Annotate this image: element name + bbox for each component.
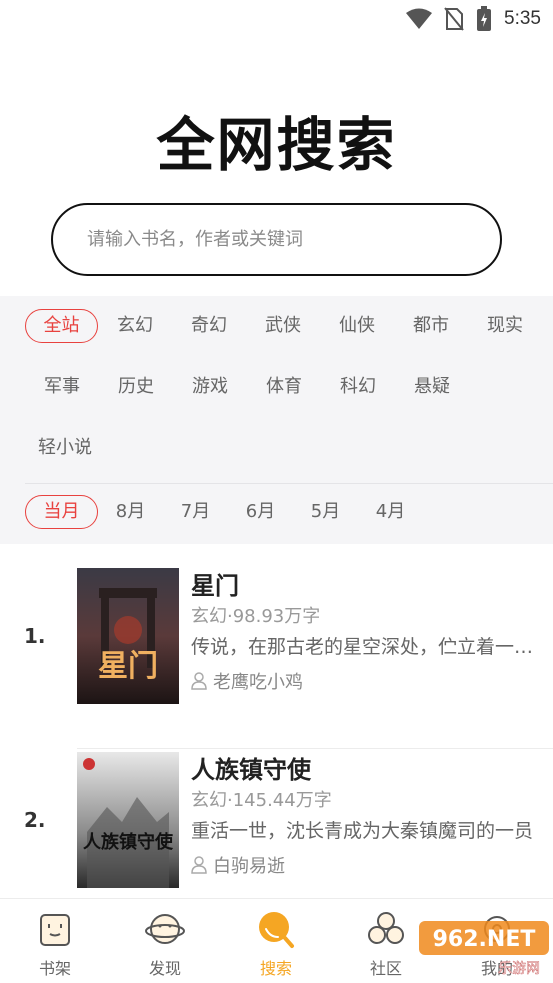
book-author: 老鹰吃小鸡 — [191, 668, 536, 694]
search-box[interactable] — [51, 203, 502, 276]
category-chip[interactable]: 仙侠 — [320, 309, 394, 343]
book-author-name: 老鹰吃小鸡 — [213, 672, 303, 693]
book-cover[interactable]: 星门 — [77, 568, 179, 704]
battery-charging-icon — [477, 6, 492, 31]
category-filter: 全站 玄幻 奇幻 武侠 仙侠 都市 现实 军事 历史 游戏 体育 科幻 悬疑 轻… — [25, 309, 545, 465]
category-chip[interactable]: 玄幻 — [98, 309, 172, 343]
book-cover[interactable]: 人族镇守使 — [77, 752, 179, 888]
category-chip[interactable]: 现实 — [468, 309, 542, 343]
cover-title: 星门 — [98, 649, 158, 684]
book-info: 星门 玄幻·98.93万字 传说，在那古老的星空深处，伫立着一道血与火侵染的红色… — [191, 566, 536, 694]
month-filter: 当月 8月 7月 6月 5月 4月 — [25, 495, 423, 529]
book-item[interactable]: 1. 星门 星门 玄幻·98.93万字 传说，在那古老的星空深处，伫立着一道 老… — [0, 566, 553, 749]
tab-label: 搜索 — [259, 959, 292, 978]
user-icon — [191, 856, 207, 874]
status-bar: 5:35 — [0, 0, 553, 40]
tab-label: 发现 — [148, 959, 181, 978]
category-chip[interactable]: 武侠 — [246, 309, 320, 343]
tab-label: 书架 — [38, 959, 71, 978]
category-chip[interactable]: 轻小说 — [25, 431, 105, 465]
watermark-sub: 乐游网 — [498, 961, 540, 977]
category-chip[interactable]: 科幻 — [321, 370, 395, 404]
search-icon — [259, 912, 294, 948]
category-chip-all[interactable]: 全站 — [25, 309, 98, 343]
category-chip[interactable]: 军事 — [25, 370, 99, 404]
user-icon — [191, 672, 207, 690]
month-chip-current[interactable]: 当月 — [25, 495, 98, 529]
month-chip[interactable]: 4月 — [358, 495, 423, 529]
tab-search[interactable]: 搜索 — [221, 899, 331, 983]
book-author: 白驹易逝 — [191, 852, 536, 878]
book-desc: 重活一世，沈长青成为大秦镇魔司的一员 — [191, 820, 534, 842]
category-chip[interactable]: 游戏 — [173, 370, 247, 404]
page-title: 全网搜索 — [156, 111, 397, 179]
book-rank: 1. — [24, 624, 46, 648]
book-info: 人族镇守使 玄幻·145.44万字 重活一世，沈长青成为大秦镇魔司的一员 白驹易… — [191, 750, 536, 878]
cover-title: 人族镇守使 — [83, 831, 174, 853]
discover-icon — [145, 914, 185, 944]
filter-divider — [25, 483, 553, 484]
search-input[interactable] — [53, 205, 500, 274]
row-divider — [77, 748, 553, 749]
book-desc: 传说，在那古老的星空深处，伫立着一道血与火侵染的红色之门 — [191, 636, 536, 658]
book-author-name: 白驹易逝 — [213, 856, 285, 877]
category-chip[interactable]: 历史 — [99, 370, 173, 404]
book-title: 人族镇守使 — [191, 756, 311, 784]
no-sim-icon — [444, 7, 464, 31]
month-chip[interactable]: 6月 — [228, 495, 293, 529]
category-chip[interactable]: 都市 — [394, 309, 468, 343]
tab-bookshelf[interactable]: 书架 — [0, 899, 110, 983]
month-chip[interactable]: 5月 — [293, 495, 358, 529]
category-chip[interactable]: 奇幻 — [172, 309, 246, 343]
month-chip[interactable]: 8月 — [98, 495, 163, 529]
bookshelf-icon — [40, 914, 70, 946]
book-title: 星门 — [191, 572, 239, 600]
category-chip[interactable]: 悬疑 — [395, 370, 469, 404]
book-meta: 玄幻·145.44万字 — [191, 790, 332, 811]
book-rank: 2. — [24, 808, 46, 832]
book-item[interactable]: 2. 人族镇守使 人族镇守使 玄幻·145.44万字 重活一世，沈长青成为大秦镇… — [0, 750, 553, 920]
category-chip[interactable]: 体育 — [247, 370, 321, 404]
book-meta: 玄幻·98.93万字 — [191, 606, 321, 627]
wifi-icon — [406, 8, 433, 29]
status-time: 5:35 — [504, 8, 541, 29]
month-chip[interactable]: 7月 — [163, 495, 228, 529]
filter-panel: 全站 玄幻 奇幻 武侠 仙侠 都市 现实 军事 历史 游戏 体育 科幻 悬疑 轻… — [0, 296, 553, 544]
watermark-logo: 962.NET 乐游网 — [419, 921, 549, 977]
tab-discover[interactable]: 发现 — [110, 899, 220, 983]
community-icon — [368, 912, 404, 944]
watermark-text: 962.NET — [433, 927, 536, 952]
